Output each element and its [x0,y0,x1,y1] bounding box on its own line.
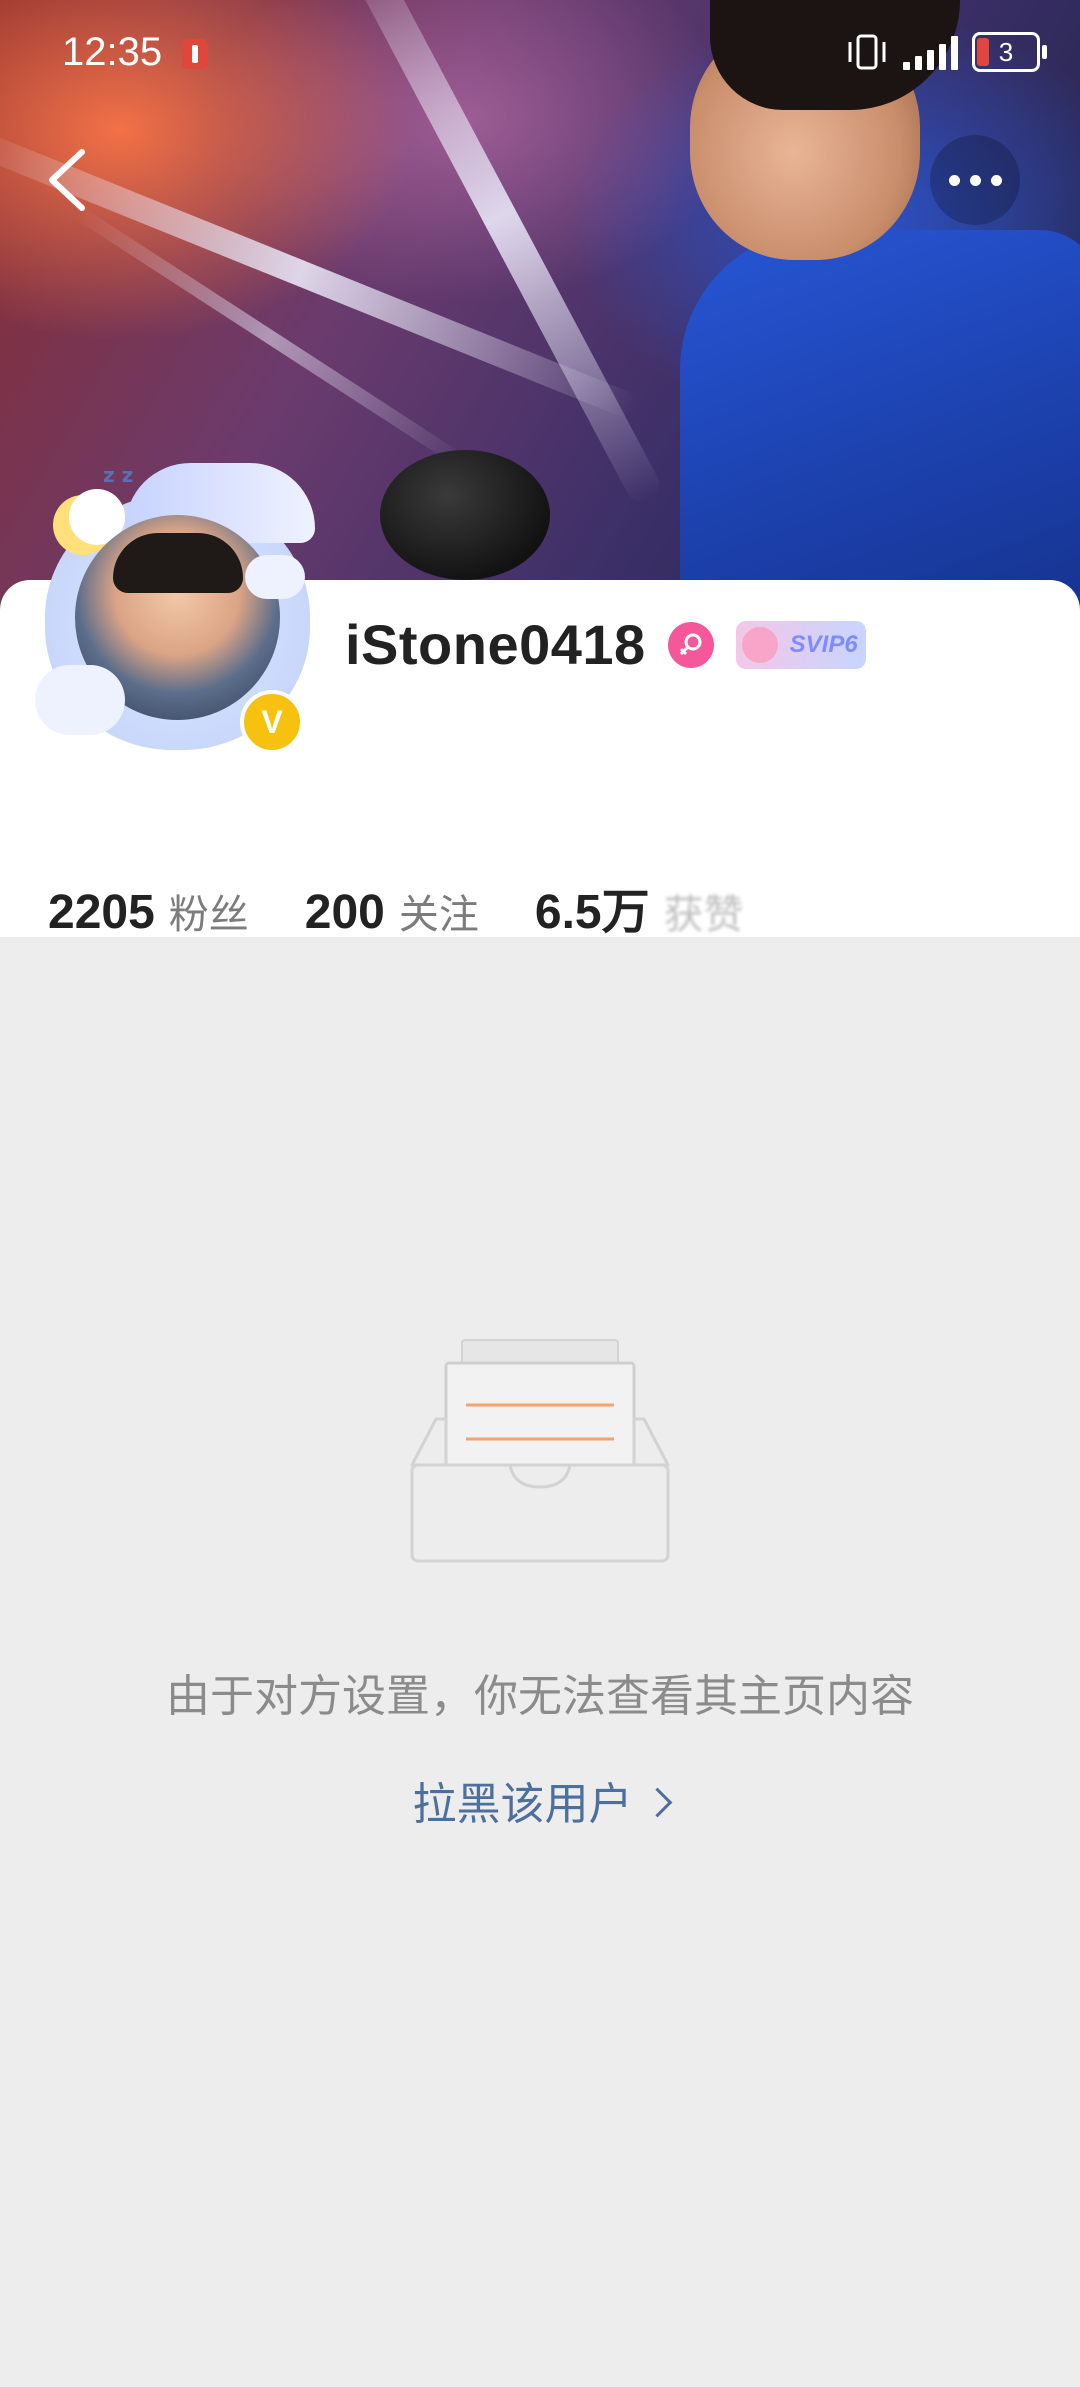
status-bar: 12:35 3 [0,0,1080,110]
more-dots-icon [944,174,1007,186]
stat-label: 粉丝 [168,892,249,938]
chevron-left-icon [49,149,85,211]
cloud-decoration [35,665,125,735]
battery-icon: 3 [972,32,1047,72]
female-icon [667,621,714,668]
battery-level: 3 [998,37,1014,67]
stat-label: 关注 [398,892,479,938]
avatar[interactable]: z z V [35,455,320,755]
privacy-message: 由于对方设置，你无法查看其主页内容 [166,1671,914,1722]
status-time: 12:35 [62,30,163,74]
verified-badge: V [240,690,304,754]
empty-inbox-icon [410,1339,670,1563]
stat-followers[interactable]: 2205 粉丝 [48,882,249,940]
light-beam [73,205,467,469]
back-button[interactable] [40,140,100,220]
sleep-icon: z z [103,463,134,487]
stat-value: 6.5万 [534,886,650,939]
paddle-image [380,450,550,580]
signal-icon [903,34,958,70]
notification-icon [182,39,208,69]
profile-stats: 2205 粉丝 200 关注 6.5万 获赞 [48,872,800,942]
stat-value: 200 [304,886,385,939]
cloud-decoration [245,555,305,599]
username-row: iStone0418 SVIP6 [345,612,866,677]
username: iStone0418 [345,613,646,676]
chevron-right-icon [642,1787,672,1818]
stat-value: 2205 [48,886,155,939]
more-button[interactable] [930,135,1020,225]
block-user-link[interactable]: 拉黑该用户 [0,1768,1080,1832]
svip-badge[interactable]: SVIP6 [735,620,866,669]
stat-following[interactable]: 200 关注 [305,882,479,940]
block-user-label: 拉黑该用户 [412,1779,633,1830]
player-figure [680,230,1080,640]
vibrate-icon [848,34,886,70]
stat-label: 获赞 [663,892,744,938]
stat-likes[interactable]: 6.5万 获赞 [535,872,744,942]
avatar-hair [113,533,243,593]
